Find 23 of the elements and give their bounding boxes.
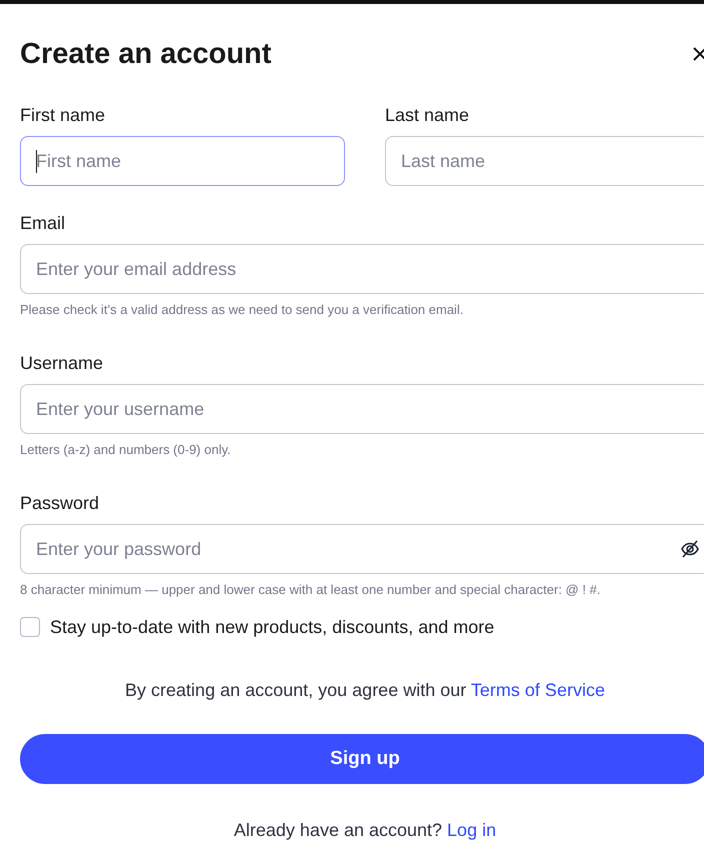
helper-text: Please check it’s a valid address as we need to send you a verification email. [20,302,464,318]
input-field[interactable]: Enter your username [20,384,704,434]
field-label: First name [20,104,106,126]
login-text: Already have an account? Log in [232,819,498,842]
input-field[interactable]: Last name [385,136,704,186]
terms-text: By creating an account, you agree with our Terms of Service [124,679,606,702]
input-field[interactable]: Enter your email address [20,244,704,294]
hide-password-icon[interactable] [680,539,700,559]
checkbox[interactable] [20,617,40,637]
field-label: Last name [385,104,470,126]
field-label: Password [20,492,100,514]
field-label: Email [20,212,66,234]
input-field[interactable]: Enter your password [20,524,704,574]
field-label: Username [20,352,104,374]
helper-text: Letters (a-z) and numbers (0-9) only. [20,442,232,458]
dialog-title: Create an account [20,38,272,70]
checkbox-label: Stay up-to-date with new products, discounts, and more [50,616,494,638]
login-link[interactable]: Log in [447,820,496,840]
input-field[interactable]: First name [20,136,345,186]
helper-text: 8 character minimum — upper and lower case with at least one number and special character: @ ! #. [20,582,602,598]
sign-up-button[interactable]: Sign up [20,734,704,784]
close-icon[interactable] [692,46,704,62]
terms-link[interactable]: Terms of Service [470,680,605,700]
